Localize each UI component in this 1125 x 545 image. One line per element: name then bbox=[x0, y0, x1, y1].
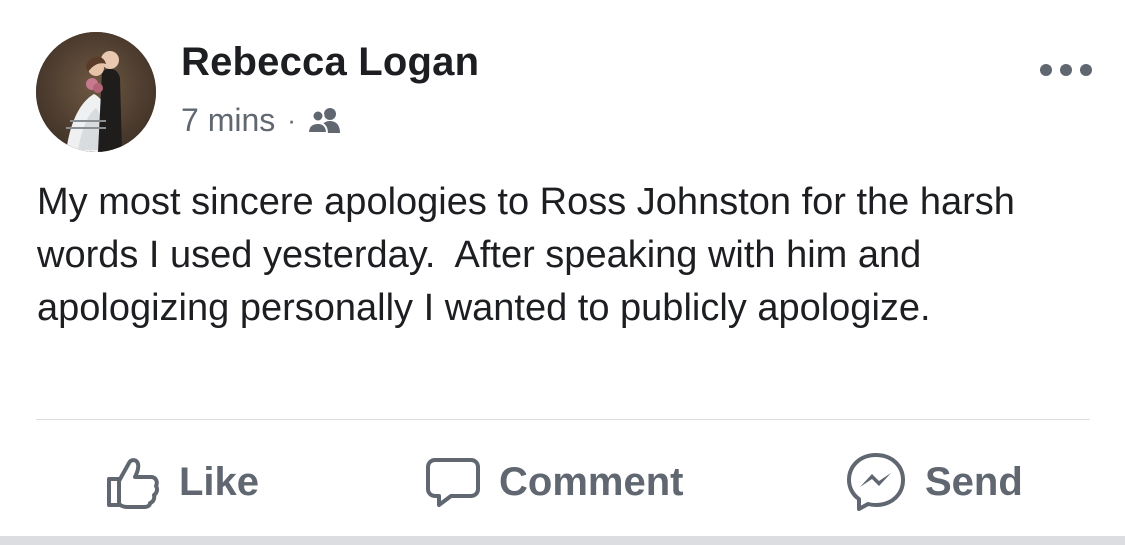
like-label: Like bbox=[179, 459, 260, 504]
more-options-icon[interactable] bbox=[1040, 58, 1092, 82]
comment-bubble-icon bbox=[425, 456, 481, 508]
comment-label: Comment bbox=[499, 459, 684, 504]
send-label: Send bbox=[925, 459, 1023, 504]
meta-separator: · bbox=[287, 104, 296, 135]
avatar-image bbox=[36, 32, 156, 152]
messenger-icon bbox=[845, 451, 907, 513]
post-card: Rebecca Logan 7 mins · My most sincere a… bbox=[0, 0, 1125, 536]
post-timestamp[interactable]: 7 mins bbox=[181, 102, 275, 139]
thumbs-up-icon bbox=[105, 455, 161, 509]
send-button[interactable]: Send bbox=[845, 440, 1023, 524]
feed-separator bbox=[0, 536, 1125, 545]
like-button[interactable]: Like bbox=[105, 440, 259, 524]
actions-divider bbox=[36, 419, 1090, 420]
friends-icon[interactable] bbox=[307, 107, 342, 133]
post-body: My most sincere apologies to Ross Johnst… bbox=[37, 181, 1026, 329]
post-meta: 7 mins · bbox=[181, 100, 342, 140]
avatar[interactable] bbox=[36, 32, 156, 152]
author-name[interactable]: Rebecca Logan bbox=[181, 40, 479, 85]
comment-button[interactable]: Comment bbox=[425, 440, 683, 524]
